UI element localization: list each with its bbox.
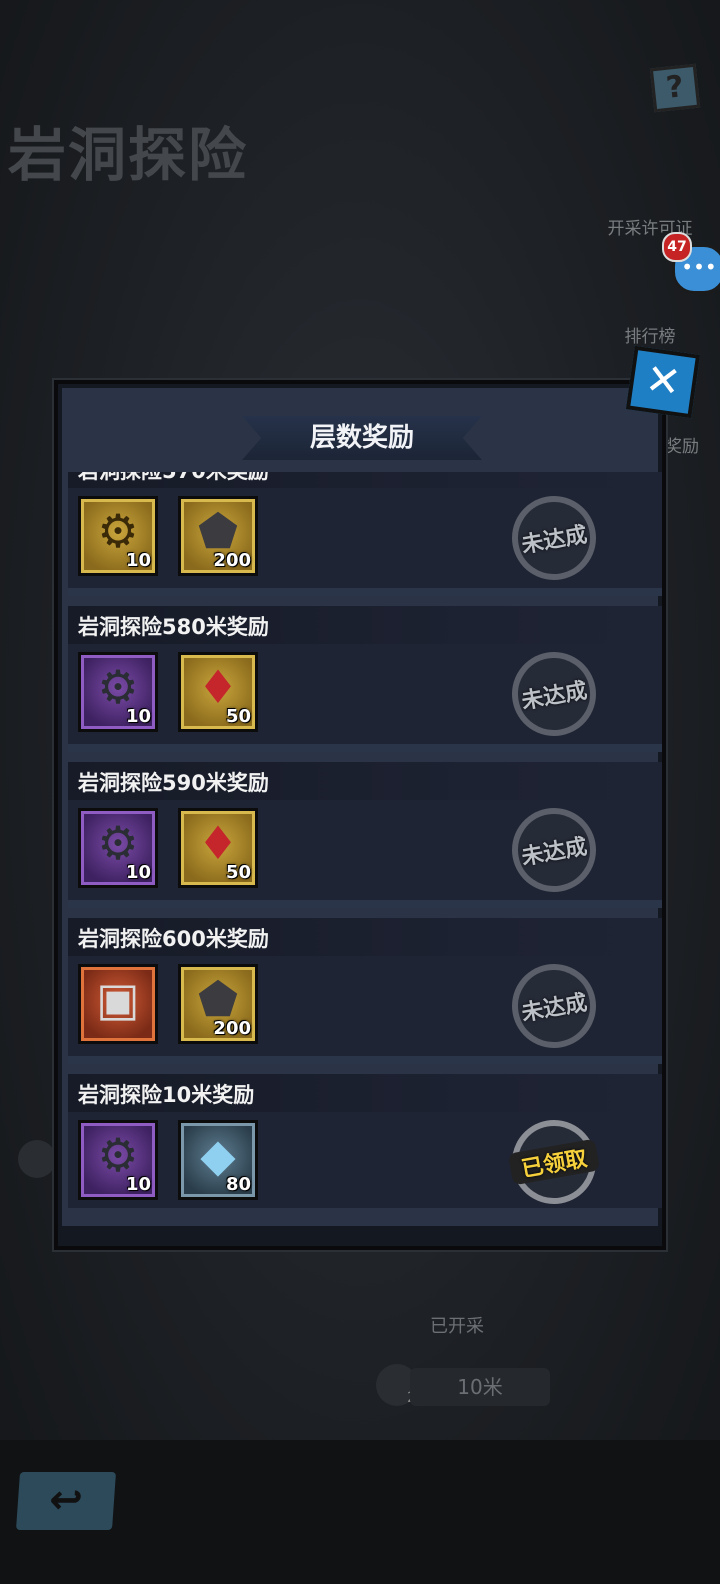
status-badge: 未达成 <box>505 801 603 899</box>
item-quantity: 10 <box>125 706 151 727</box>
side-button-label: 排行榜 <box>624 327 676 347</box>
status-badge: 未达成 <box>505 645 603 743</box>
reward-list[interactable]: 岩洞探险570米奖励 ⚙ 10 ⬟ 200 未达成 岩洞探险580米奖励 <box>66 472 662 1208</box>
avatar <box>18 1140 56 1178</box>
reward-title: 岩洞探险590米奖励 <box>78 771 269 795</box>
list-item: 岩洞探险600米奖励 ▣ ⬟ 200 未达成 <box>68 918 662 1064</box>
status-text: 已领取 <box>507 1138 601 1186</box>
item-quantity: 80 <box>225 1174 251 1195</box>
status-badge: 未达成 <box>505 957 603 1055</box>
gold-gear-icon[interactable]: ⚙ 10 <box>78 496 158 576</box>
red-gem-icon[interactable]: ♦ 50 <box>178 808 258 888</box>
reward-title: 岩洞探险600米奖励 <box>78 927 269 951</box>
reward-title: 岩洞探险570米奖励 <box>78 472 269 485</box>
status-text: 未达成 <box>519 678 590 715</box>
side-button-leaderboard[interactable]: 排行榜 <box>600 322 700 347</box>
reward-title: 岩洞探险10米奖励 <box>78 1083 255 1107</box>
item-quantity: 10 <box>125 550 151 571</box>
row-header: 岩洞探险580米奖励 <box>68 606 662 644</box>
list-item: 岩洞探险590米奖励 ⚙ 10 ♦ 50 未达成 <box>68 762 662 908</box>
purple-gear-icon[interactable]: ⚙ 10 <box>78 808 158 888</box>
item-quantity: 200 <box>213 550 251 571</box>
purple-gear-icon[interactable]: ⚙ 10 <box>78 652 158 732</box>
back-button[interactable]: ↩ <box>15 1472 117 1530</box>
close-button[interactable]: ✕ <box>625 345 701 419</box>
reward-title: 岩洞探险580米奖励 <box>78 615 269 639</box>
gold-ore-icon[interactable]: ⬟ 200 <box>178 964 258 1044</box>
chat-unread-badge: 47 <box>662 232 692 262</box>
row-header: 岩洞探险600米奖励 <box>68 918 662 956</box>
status-badge: 未达成 <box>505 489 603 587</box>
status-text: 未达成 <box>519 522 590 559</box>
status-badge: 已领取 <box>505 1113 603 1208</box>
dialog-title: 层数奖励 <box>309 423 414 453</box>
red-gem-icon[interactable]: ♦ 50 <box>178 652 258 732</box>
blue-crystal-icon[interactable]: ◆ 80 <box>178 1120 258 1200</box>
list-item: 岩洞探险10米奖励 ⚙ 10 ◆ 80 已领取 <box>68 1074 662 1208</box>
row-header: 岩洞探险10米奖励 <box>68 1074 662 1112</box>
item-quantity: 10 <box>125 862 151 883</box>
list-item: 岩洞探险570米奖励 ⚙ 10 ⬟ 200 未达成 <box>68 472 662 596</box>
item-quantity: 50 <box>225 706 251 727</box>
list-item: 岩洞探险580米奖励 ⚙ 10 ♦ 50 未达成 <box>68 606 662 752</box>
row-header: 岩洞探险570米奖励 <box>68 472 662 488</box>
item-glyph: ▣ <box>96 972 140 1026</box>
treasure-chest-icon[interactable]: ▣ <box>78 964 158 1044</box>
divider <box>68 588 662 596</box>
reward-dialog: 层数奖励 岩洞探险570米奖励 ⚙ 10 ⬟ 200 未达成 <box>54 380 666 1250</box>
page-title: 岩洞探险 <box>8 121 249 189</box>
divider <box>68 900 662 908</box>
help-button[interactable]: ? <box>649 63 701 113</box>
mined-label: 已开采 <box>430 1316 484 1337</box>
status-text: 未达成 <box>519 834 590 871</box>
depth-label: 10米 <box>410 1368 550 1406</box>
row-header: 岩洞探险590米奖励 <box>68 762 662 800</box>
divider <box>68 1056 662 1064</box>
item-quantity: 200 <box>213 1018 251 1039</box>
item-quantity: 10 <box>125 1174 151 1195</box>
dialog-body: 层数奖励 岩洞探险570米奖励 ⚙ 10 ⬟ 200 未达成 <box>62 388 662 1226</box>
side-button-label: 奖励 <box>665 437 699 457</box>
status-text: 未达成 <box>519 990 590 1027</box>
gold-ore-icon[interactable]: ⬟ 200 <box>178 496 258 576</box>
purple-gear-icon[interactable]: ⚙ 10 <box>78 1120 158 1200</box>
item-quantity: 50 <box>225 862 251 883</box>
divider <box>68 744 662 752</box>
